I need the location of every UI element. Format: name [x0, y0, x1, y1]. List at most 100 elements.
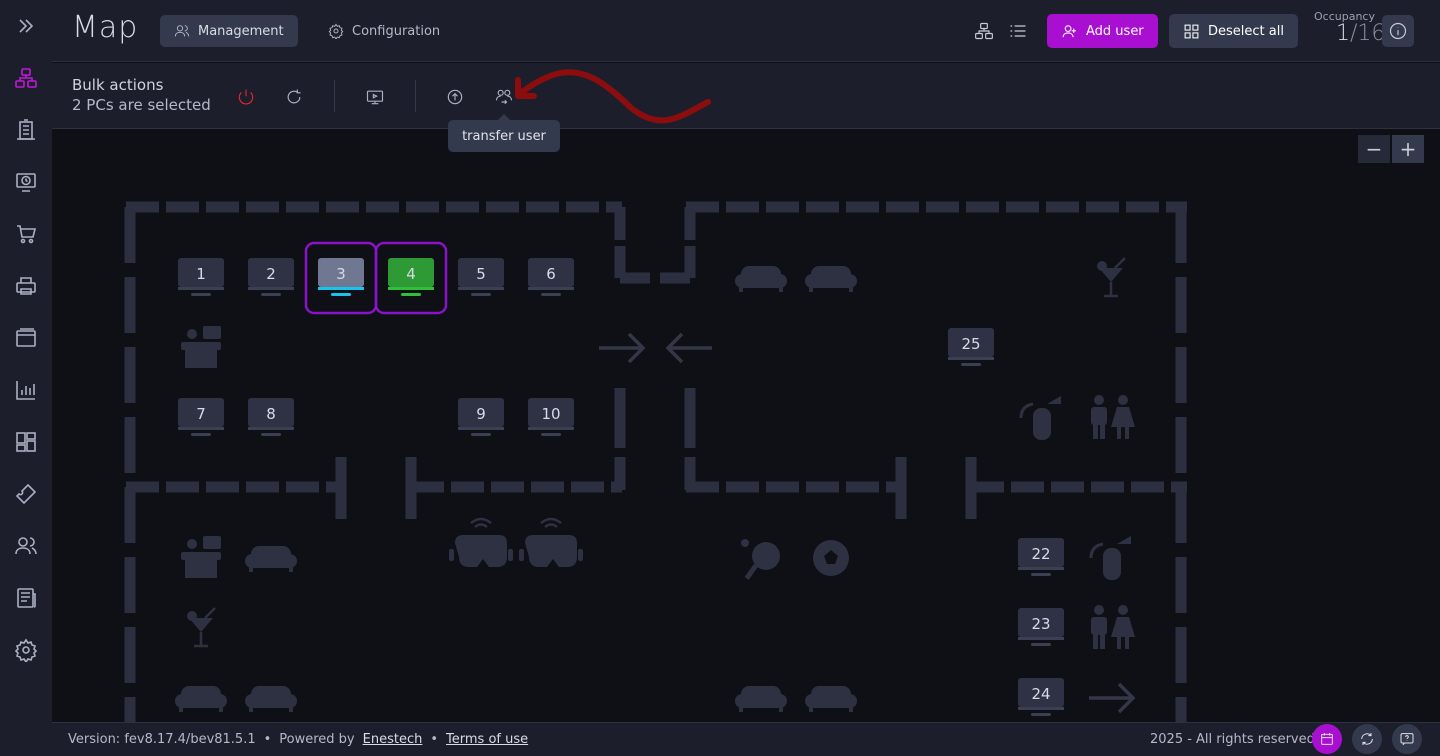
- reception-desk-icon: [181, 536, 221, 578]
- company-link[interactable]: Enestech: [363, 732, 423, 747]
- add-user-button[interactable]: Add user: [1047, 14, 1158, 48]
- fire-extinguisher-icon: [1019, 396, 1061, 440]
- pc-label: 9: [476, 405, 486, 423]
- deselect-all-button[interactable]: Deselect all: [1169, 14, 1298, 48]
- fire-extinguisher-icon: [1089, 536, 1131, 580]
- divider: [334, 80, 335, 112]
- info-icon: [1389, 22, 1407, 40]
- sidebar-item-sessions[interactable]: [0, 162, 52, 202]
- bulk-actions-bar: Bulk actions 2 PCs are selected: [52, 63, 1440, 129]
- pc-label: 4: [406, 265, 416, 283]
- sidebar-item-users[interactable]: [0, 526, 52, 566]
- divider: [415, 80, 416, 112]
- remote-screen-button[interactable]: [361, 83, 389, 111]
- power-icon: [238, 89, 254, 105]
- users-icon: [15, 537, 37, 555]
- tab-management[interactable]: Management: [160, 15, 298, 47]
- arrow-icon: [1089, 682, 1136, 714]
- refresh-arrow-icon: [447, 89, 463, 105]
- tab-configuration[interactable]: Configuration: [314, 15, 454, 47]
- pc-1[interactable]: 1: [178, 258, 224, 296]
- pc-7[interactable]: 7: [178, 398, 224, 436]
- help-button[interactable]: [1392, 724, 1422, 754]
- dashboard-icon: [16, 432, 36, 452]
- window-icon: [16, 328, 36, 347]
- sofa-icon: [735, 266, 787, 292]
- pc-label: 25: [961, 335, 980, 353]
- separator: •: [263, 732, 272, 747]
- map-view-button[interactable]: [970, 17, 998, 45]
- zoom-out-button[interactable]: −: [1358, 135, 1390, 163]
- chart-icon: [16, 381, 35, 400]
- floor-plan: 1 2 3 4 5 67 8 9 1022232425: [124, 201, 1187, 722]
- grid-check-icon: [1184, 24, 1199, 38]
- clock-monitor-icon: [16, 173, 36, 192]
- restroom-icon: [1091, 605, 1135, 649]
- zoom-in-button[interactable]: +: [1392, 135, 1424, 163]
- pc-label: 24: [1031, 685, 1050, 703]
- pc-22[interactable]: 22: [1018, 538, 1064, 576]
- sync-button[interactable]: [1352, 724, 1382, 754]
- arrow-icon: [665, 332, 712, 364]
- sidebar-item-printers[interactable]: [0, 266, 52, 306]
- pc-9[interactable]: 9: [458, 398, 504, 436]
- zoom-controls: − +: [1358, 135, 1424, 163]
- expand-sidebar-button[interactable]: [0, 6, 52, 46]
- restart-button[interactable]: [280, 83, 308, 111]
- ticket-icon: [15, 483, 37, 505]
- list-icon: [1010, 25, 1026, 37]
- sidebar-item-shop[interactable]: [0, 214, 52, 254]
- sidebar-item-tickets[interactable]: [0, 474, 52, 514]
- pc-2[interactable]: 2: [248, 258, 294, 296]
- calendar-icon: [1321, 733, 1333, 745]
- sidebar-item-building[interactable]: [0, 110, 52, 150]
- pc-label: 6: [546, 265, 556, 283]
- restart-icon: [287, 89, 301, 104]
- news-icon: [17, 588, 36, 608]
- tab-label: Configuration: [352, 23, 441, 39]
- restroom-icon: [1091, 395, 1135, 439]
- update-button[interactable]: [441, 83, 469, 111]
- sidebar-item-windows[interactable]: [0, 318, 52, 358]
- calendar-button[interactable]: [1312, 724, 1342, 754]
- pc-8[interactable]: 8: [248, 398, 294, 436]
- sofa-icon: [175, 686, 227, 712]
- sidebar-item-news[interactable]: [0, 578, 52, 618]
- shutdown-button[interactable]: [232, 83, 260, 111]
- pc-4[interactable]: 4: [374, 241, 448, 315]
- sidebar-item-settings[interactable]: [0, 630, 52, 670]
- pc-label: 10: [541, 405, 560, 423]
- pc-23[interactable]: 23: [1018, 608, 1064, 646]
- sidebar-item-reports[interactable]: [0, 370, 52, 410]
- pc-label: 7: [196, 405, 206, 423]
- pc-3[interactable]: 3: [304, 241, 378, 315]
- pc-5[interactable]: 5: [458, 258, 504, 296]
- list-view-button[interactable]: [1004, 17, 1032, 45]
- sofa-icon: [735, 686, 787, 712]
- floor-map[interactable]: 1 2 3 4 5 6 7 8 9 10 22 23 24 25 − +: [52, 130, 1440, 722]
- printer-icon: [16, 277, 36, 295]
- info-button[interactable]: [1382, 15, 1414, 47]
- sidebar-item-map[interactable]: [0, 58, 52, 98]
- arrow-icon: [599, 332, 646, 364]
- pc-24[interactable]: 24: [1018, 678, 1064, 716]
- sofa-icon: [245, 686, 297, 712]
- users-icon: [174, 25, 190, 37]
- terms-link[interactable]: Terms of use: [446, 732, 528, 747]
- pc-6[interactable]: 6: [528, 258, 574, 296]
- pc-10[interactable]: 10: [528, 398, 574, 436]
- vr-headset-icon: [519, 517, 583, 567]
- page-title: Map: [72, 10, 139, 45]
- footer-info: Version: fev8.17.4/bev81.5.1 • Powered b…: [68, 732, 528, 747]
- expand-icon: [19, 19, 34, 33]
- sidebar: [0, 0, 52, 756]
- pc-25[interactable]: 25: [948, 328, 994, 366]
- pc-label: 22: [1031, 545, 1050, 563]
- version-text: Version: fev8.17.4/bev81.5.1: [68, 732, 256, 747]
- bulk-selection-count: 2 PCs are selected: [72, 96, 211, 114]
- vr-headset-icon: [449, 517, 513, 567]
- help-icon: [1400, 733, 1414, 746]
- sofa-icon: [805, 266, 857, 292]
- tab-label: Management: [198, 23, 284, 39]
- sidebar-item-dashboard[interactable]: [0, 422, 52, 462]
